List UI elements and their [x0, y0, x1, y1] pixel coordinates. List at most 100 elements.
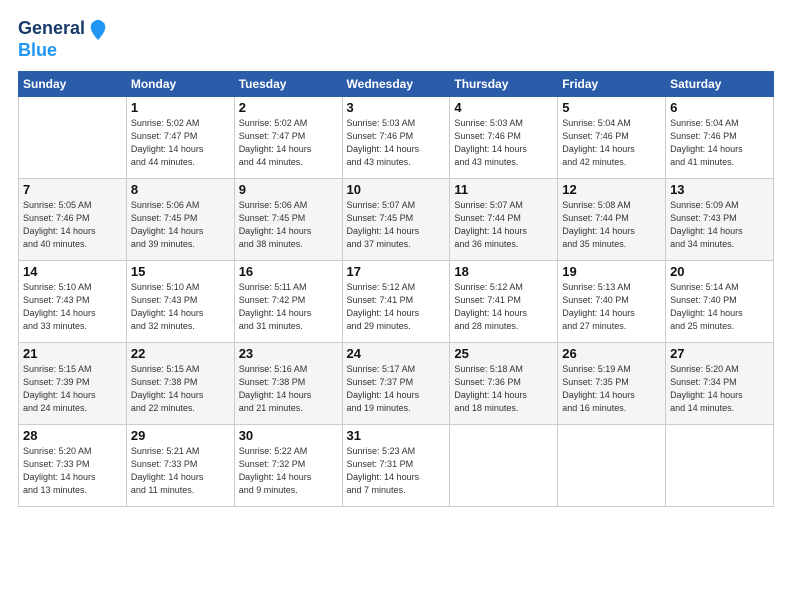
- calendar-cell: 29 Sunrise: 5:21 AMSunset: 7:33 PMDayligh…: [126, 425, 234, 507]
- day-number: 31: [347, 428, 446, 443]
- day-info: Sunrise: 5:15 AMSunset: 7:39 PMDaylight:…: [23, 363, 122, 415]
- calendar-cell: 18 Sunrise: 5:12 AMSunset: 7:41 PMDayligh…: [450, 261, 558, 343]
- calendar-cell: 3 Sunrise: 5:03 AMSunset: 7:46 PMDaylight…: [342, 97, 450, 179]
- day-number: 23: [239, 346, 338, 361]
- day-number: 9: [239, 182, 338, 197]
- weekday-header-saturday: Saturday: [666, 72, 774, 97]
- logo-text: General Blue: [18, 18, 109, 61]
- calendar-cell: 24 Sunrise: 5:17 AMSunset: 7:37 PMDayligh…: [342, 343, 450, 425]
- calendar-cell: 4Sunrise: 5:03 AMSunset: 7:46 PMDaylight…: [450, 97, 558, 179]
- day-info: Sunrise: 5:02 AMSunset: 7:47 PMDaylight:…: [239, 117, 338, 169]
- weekday-header-wednesday: Wednesday: [342, 72, 450, 97]
- day-number: 24: [347, 346, 446, 361]
- calendar-cell: 15Sunrise: 5:10 AMSunset: 7:43 PMDayligh…: [126, 261, 234, 343]
- day-number: 12: [562, 182, 661, 197]
- weekday-header-tuesday: Tuesday: [234, 72, 342, 97]
- day-info: Sunrise: 5:15 AMSunset: 7:38 PMDaylight:…: [131, 363, 230, 415]
- weekday-header-friday: Friday: [558, 72, 666, 97]
- day-number: 20: [670, 264, 769, 279]
- day-number: 3: [347, 100, 446, 115]
- day-info: Sunrise: 5:10 AMSunset: 7:43 PMDaylight:…: [23, 281, 122, 333]
- calendar-cell: 14Sunrise: 5:10 AMSunset: 7:43 PMDayligh…: [19, 261, 127, 343]
- day-info: Sunrise: 5:10 AMSunset: 7:43 PMDaylight:…: [131, 281, 230, 333]
- day-number: 27: [670, 346, 769, 361]
- day-info: Sunrise: 5:04 AMSunset: 7:46 PMDaylight:…: [670, 117, 769, 169]
- calendar-cell: 11 Sunrise: 5:07 AMSunset: 7:44 PMDayligh…: [450, 179, 558, 261]
- calendar-week-1: 1 Sunrise: 5:02 AMSunset: 7:47 PMDaylight…: [19, 97, 774, 179]
- day-number: 22: [131, 346, 230, 361]
- calendar-cell: [558, 425, 666, 507]
- day-info: Sunrise: 5:12 AMSunset: 7:41 PMDaylight:…: [454, 281, 553, 333]
- calendar-cell: 30Sunrise: 5:22 AMSunset: 7:32 PMDayligh…: [234, 425, 342, 507]
- day-number: 8: [131, 182, 230, 197]
- day-info: Sunrise: 5:06 AMSunset: 7:45 PMDaylight:…: [131, 199, 230, 251]
- day-number: 26: [562, 346, 661, 361]
- day-number: 10: [347, 182, 446, 197]
- calendar-cell: 25Sunrise: 5:18 AMSunset: 7:36 PMDayligh…: [450, 343, 558, 425]
- day-number: 7: [23, 182, 122, 197]
- day-number: 1: [131, 100, 230, 115]
- day-number: 6: [670, 100, 769, 115]
- day-number: 5: [562, 100, 661, 115]
- day-info: Sunrise: 5:04 AMSunset: 7:46 PMDaylight:…: [562, 117, 661, 169]
- calendar-cell: 16 Sunrise: 5:11 AMSunset: 7:42 PMDayligh…: [234, 261, 342, 343]
- day-info: Sunrise: 5:17 AMSunset: 7:37 PMDaylight:…: [347, 363, 446, 415]
- day-info: Sunrise: 5:07 AMSunset: 7:45 PMDaylight:…: [347, 199, 446, 251]
- calendar-cell: 2 Sunrise: 5:02 AMSunset: 7:47 PMDaylight…: [234, 97, 342, 179]
- day-info: Sunrise: 5:14 AMSunset: 7:40 PMDaylight:…: [670, 281, 769, 333]
- day-info: Sunrise: 5:16 AMSunset: 7:38 PMDaylight:…: [239, 363, 338, 415]
- calendar-cell: 27Sunrise: 5:20 AMSunset: 7:34 PMDayligh…: [666, 343, 774, 425]
- calendar-cell: 12 Sunrise: 5:08 AMSunset: 7:44 PMDayligh…: [558, 179, 666, 261]
- calendar-cell: 28 Sunrise: 5:20 AMSunset: 7:33 PMDayligh…: [19, 425, 127, 507]
- day-number: 4: [454, 100, 553, 115]
- day-number: 16: [239, 264, 338, 279]
- day-info: Sunrise: 5:20 AMSunset: 7:33 PMDaylight:…: [23, 445, 122, 497]
- day-info: Sunrise: 5:09 AMSunset: 7:43 PMDaylight:…: [670, 199, 769, 251]
- calendar-cell: [666, 425, 774, 507]
- calendar-cell: 7Sunrise: 5:05 AMSunset: 7:46 PMDaylight…: [19, 179, 127, 261]
- day-number: 18: [454, 264, 553, 279]
- calendar-cell: 10 Sunrise: 5:07 AMSunset: 7:45 PMDayligh…: [342, 179, 450, 261]
- day-info: Sunrise: 5:08 AMSunset: 7:44 PMDaylight:…: [562, 199, 661, 251]
- calendar-cell: 13 Sunrise: 5:09 AMSunset: 7:43 PMDayligh…: [666, 179, 774, 261]
- day-number: 21: [23, 346, 122, 361]
- day-number: 2: [239, 100, 338, 115]
- header: General Blue: [18, 18, 774, 61]
- calendar-cell: 22 Sunrise: 5:15 AMSunset: 7:38 PMDayligh…: [126, 343, 234, 425]
- day-info: Sunrise: 5:23 AMSunset: 7:31 PMDaylight:…: [347, 445, 446, 497]
- day-number: 11: [454, 182, 553, 197]
- calendar-table: SundayMondayTuesdayWednesdayThursdayFrid…: [18, 71, 774, 507]
- calendar-cell: 8 Sunrise: 5:06 AMSunset: 7:45 PMDaylight…: [126, 179, 234, 261]
- calendar-week-5: 28 Sunrise: 5:20 AMSunset: 7:33 PMDayligh…: [19, 425, 774, 507]
- calendar-week-2: 7Sunrise: 5:05 AMSunset: 7:46 PMDaylight…: [19, 179, 774, 261]
- day-info: Sunrise: 5:13 AMSunset: 7:40 PMDaylight:…: [562, 281, 661, 333]
- calendar-cell: 21 Sunrise: 5:15 AMSunset: 7:39 PMDayligh…: [19, 343, 127, 425]
- calendar-cell: 17 Sunrise: 5:12 AMSunset: 7:41 PMDayligh…: [342, 261, 450, 343]
- day-info: Sunrise: 5:21 AMSunset: 7:33 PMDaylight:…: [131, 445, 230, 497]
- calendar-cell: 20 Sunrise: 5:14 AMSunset: 7:40 PMDayligh…: [666, 261, 774, 343]
- weekday-header-thursday: Thursday: [450, 72, 558, 97]
- day-number: 30: [239, 428, 338, 443]
- day-info: Sunrise: 5:11 AMSunset: 7:42 PMDaylight:…: [239, 281, 338, 333]
- calendar-cell: 1Sunrise: 5:02 AMSunset: 7:47 PMDaylight…: [126, 97, 234, 179]
- calendar-cell: 31 Sunrise: 5:23 AMSunset: 7:31 PMDayligh…: [342, 425, 450, 507]
- day-number: 28: [23, 428, 122, 443]
- day-number: 29: [131, 428, 230, 443]
- calendar-cell: 5 Sunrise: 5:04 AMSunset: 7:46 PMDaylight…: [558, 97, 666, 179]
- day-number: 13: [670, 182, 769, 197]
- day-info: Sunrise: 5:03 AMSunset: 7:46 PMDaylight:…: [347, 117, 446, 169]
- calendar-page: General Blue SundayMondayTuesdayWednesda…: [0, 0, 792, 612]
- day-number: 17: [347, 264, 446, 279]
- calendar-cell: [450, 425, 558, 507]
- day-number: 19: [562, 264, 661, 279]
- day-number: 25: [454, 346, 553, 361]
- calendar-cell: 19 Sunrise: 5:13 AMSunset: 7:40 PMDayligh…: [558, 261, 666, 343]
- day-info: Sunrise: 5:19 AMSunset: 7:35 PMDaylight:…: [562, 363, 661, 415]
- calendar-cell: 23 Sunrise: 5:16 AMSunset: 7:38 PMDayligh…: [234, 343, 342, 425]
- logo-icon: [87, 18, 109, 40]
- day-info: Sunrise: 5:07 AMSunset: 7:44 PMDaylight:…: [454, 199, 553, 251]
- weekday-header-monday: Monday: [126, 72, 234, 97]
- day-info: Sunrise: 5:12 AMSunset: 7:41 PMDaylight:…: [347, 281, 446, 333]
- logo: General Blue: [18, 18, 109, 61]
- day-info: Sunrise: 5:06 AMSunset: 7:45 PMDaylight:…: [239, 199, 338, 251]
